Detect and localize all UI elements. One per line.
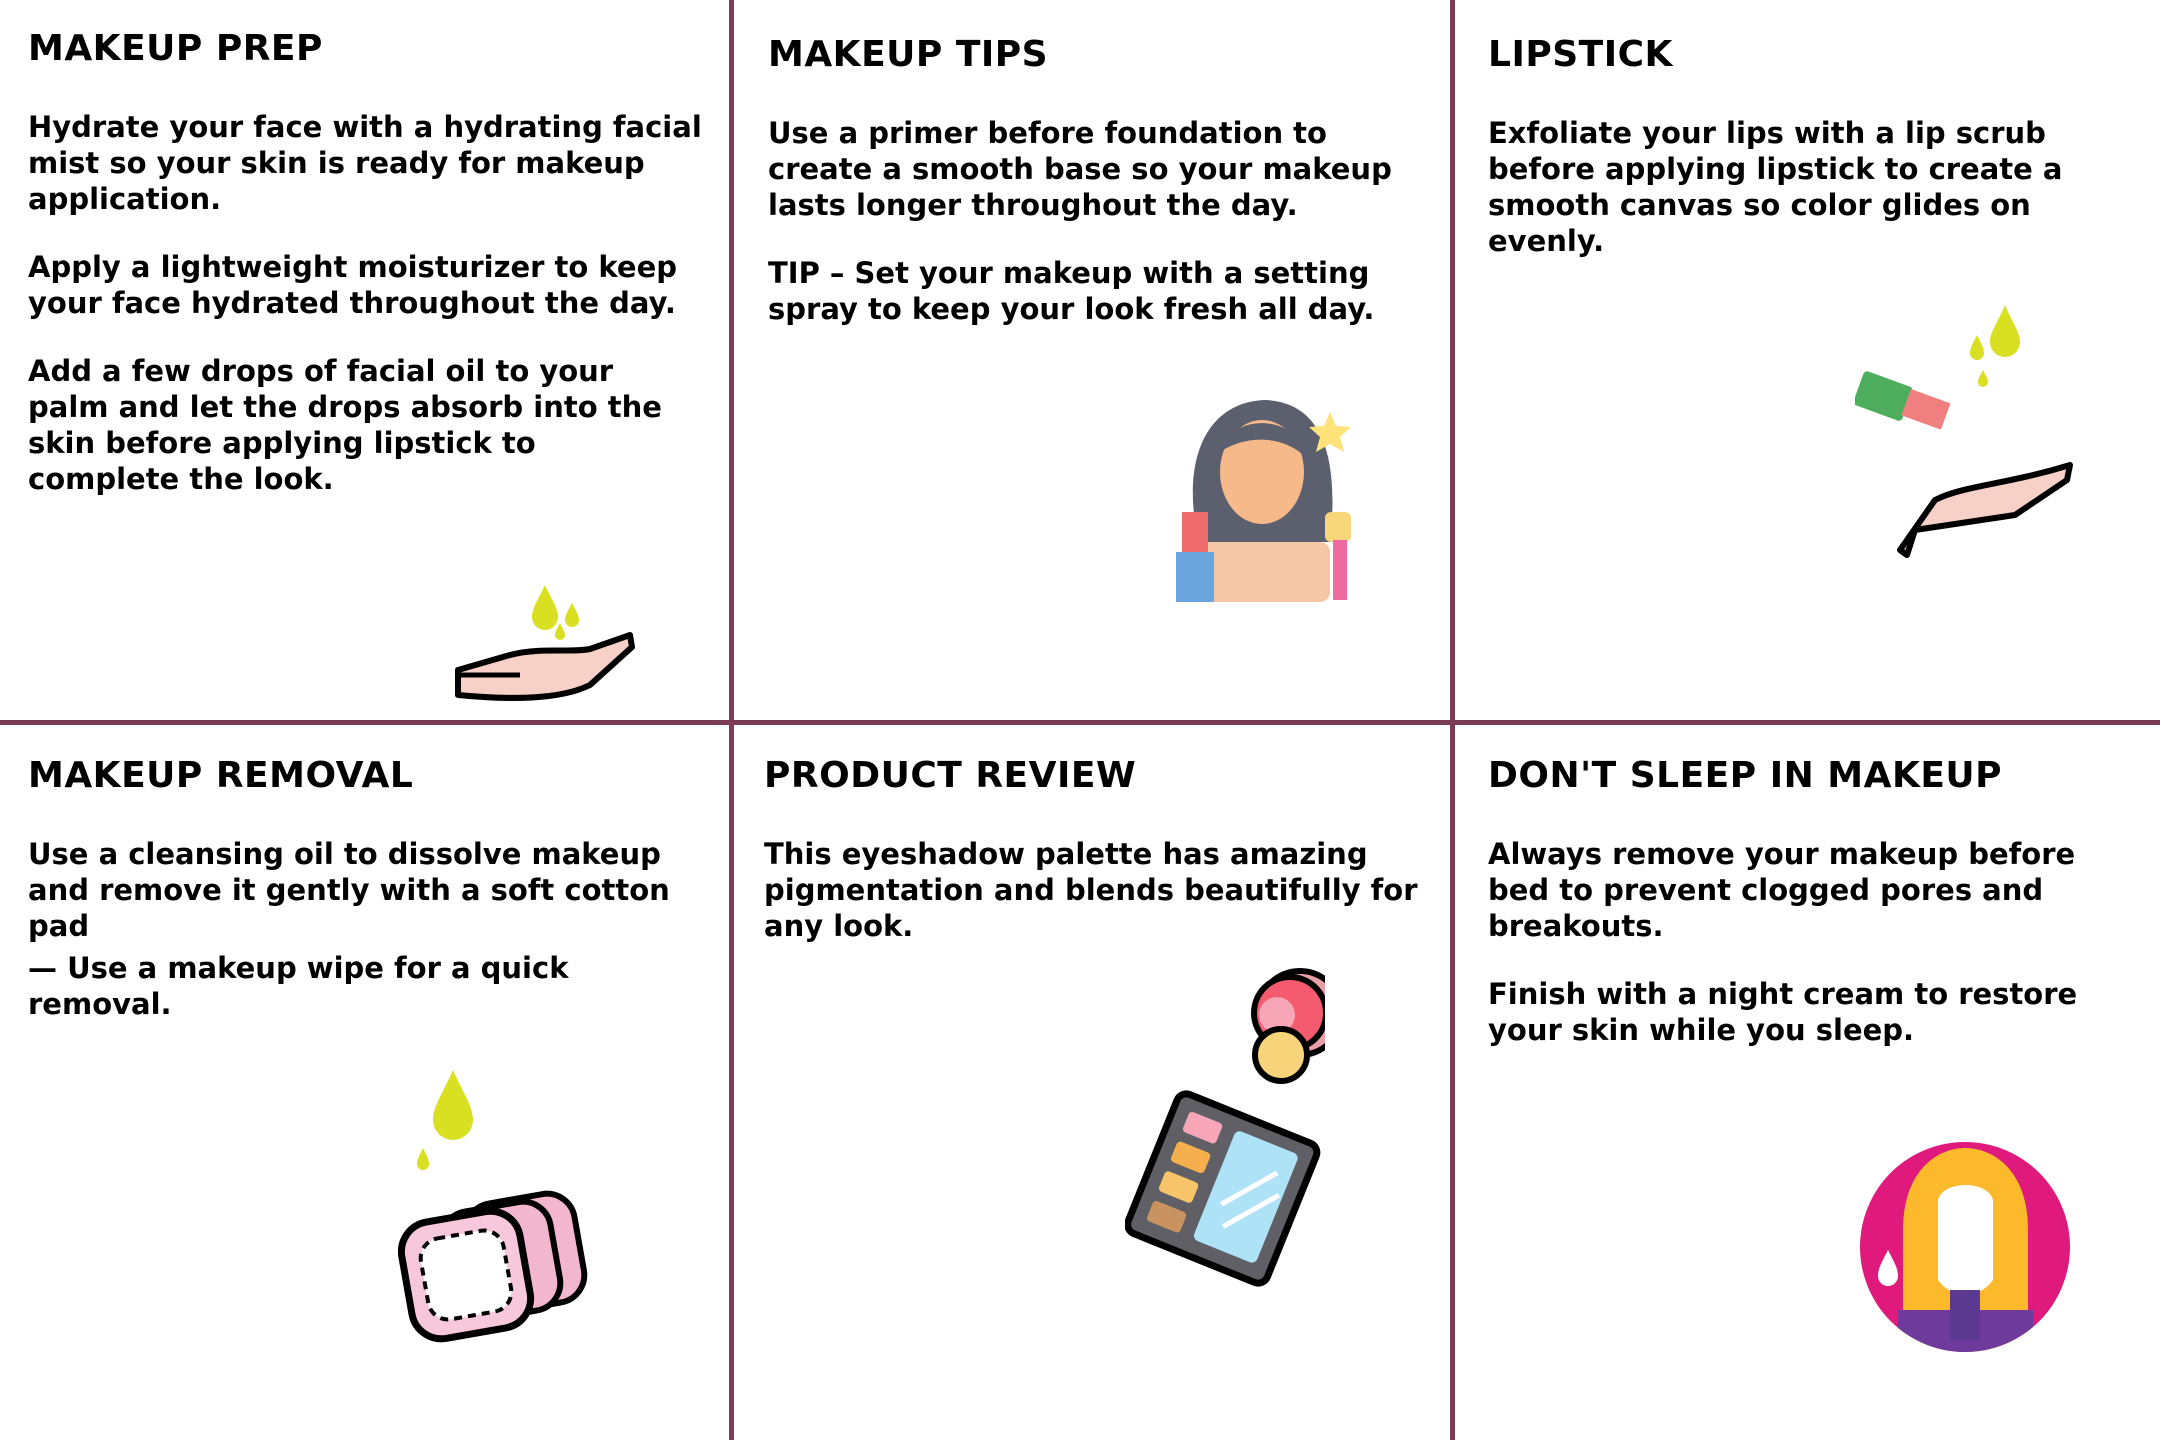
panel-paragraph: Use a primer before foundation to create…: [768, 116, 1392, 223]
panel-title: MAKEUP PREP: [28, 28, 323, 69]
cotton-pads-with-oil-icon: [398, 1070, 588, 1343]
panel-paragraph: Add a few drops of facial oil to your pa…: [28, 354, 662, 497]
panel-paragraph: Apply a lightweight moisturizer to keep …: [28, 250, 678, 321]
horizontal-divider: [0, 720, 2160, 725]
panel-paragraph: This eyeshadow palette has amazing pigme…: [764, 837, 1418, 944]
panel-paragraph: Hydrate your face with a hydrating facia…: [28, 110, 702, 217]
panel-makeup-removal: MAKEUP REMOVAL Use a cleansing oil to di…: [28, 755, 708, 1054]
panel-title: PRODUCT REVIEW: [764, 755, 1137, 796]
panel-lipstick: LIPSTICK Exfoliate your lips with a lip …: [1488, 34, 2128, 291]
panel-title: MAKEUP TIPS: [768, 34, 1049, 75]
compact-and-eyeshadow-palette-icon: [1125, 968, 1325, 1287]
hand-with-lipstick-and-drops-icon: [1855, 305, 2073, 558]
panel-dont-sleep-in-makeup: DON'T SLEEP IN MAKEUP Always remove your…: [1488, 755, 2138, 1080]
woman-with-tear-drop-icon: [1860, 1142, 2070, 1352]
panel-paragraph: Finish with a night cream to restore you…: [1488, 977, 2078, 1048]
panel-paragraph: TIP – Set your makeup with a setting spr…: [768, 256, 1375, 327]
woman-with-makeup-icon: [1176, 400, 1351, 602]
panel-paragraph: — Use a makeup wipe for a quick removal.: [28, 951, 569, 1022]
panel-makeup-prep: MAKEUP PREP Hydrate your face with a hyd…: [28, 28, 708, 529]
panel-paragraph: Always remove your makeup before bed to …: [1488, 837, 2076, 944]
panel-title: MAKEUP REMOVAL: [28, 755, 414, 796]
panel-paragraph: Use a cleansing oil to dissolve makeup a…: [28, 837, 670, 944]
panel-title: LIPSTICK: [1488, 34, 1673, 75]
hand-with-oil-drops-icon: [455, 585, 635, 701]
panel-product-review: PRODUCT REVIEW This eyeshadow palette ha…: [764, 755, 1424, 976]
panel-title: DON'T SLEEP IN MAKEUP: [1488, 755, 2003, 796]
panel-paragraph: Exfoliate your lips with a lip scrub bef…: [1488, 116, 2063, 259]
panel-makeup-tips: MAKEUP TIPS Use a primer before foundati…: [768, 34, 1428, 359]
